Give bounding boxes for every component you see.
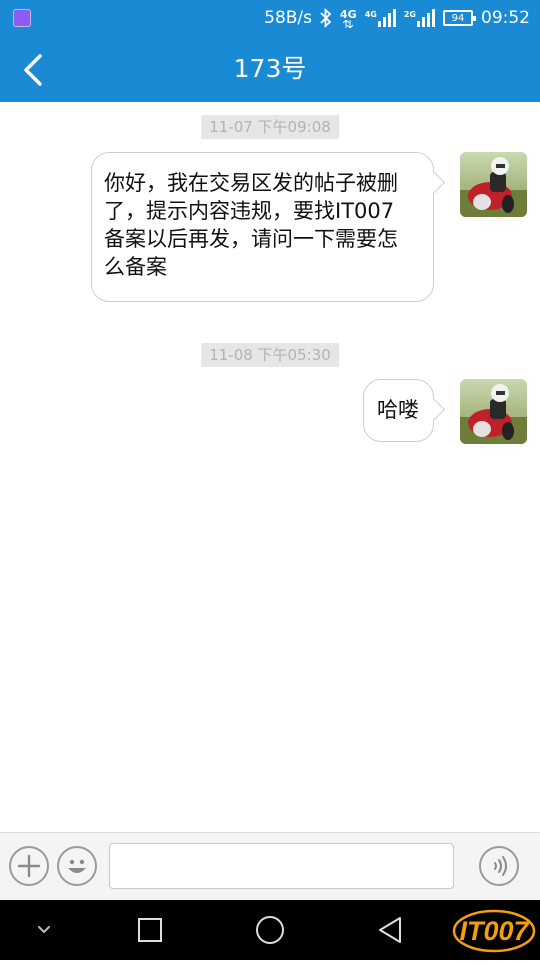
gallery-notification-icon <box>13 9 31 27</box>
page-title: 173号 <box>233 54 307 83</box>
message-bubble[interactable]: 你好，我在交易区发的帖子被删 了，提示内容违规，要找IT007 备案以后再发，请… <box>91 152 446 302</box>
battery-level: 94 <box>451 12 465 24</box>
avatar[interactable] <box>460 152 527 217</box>
back-button[interactable] <box>12 48 56 92</box>
message-text-line: 备案以后再发，请问一下需要怎 <box>104 227 398 251</box>
status-bar: 58B/s 4G 4G 2G 94 09:52 <box>0 0 540 36</box>
circle-icon <box>256 916 284 944</box>
network-4g-small-label: 4G <box>364 10 377 19</box>
hide-keyboard-button[interactable] <box>14 900 74 960</box>
chevron-left-icon <box>24 54 42 86</box>
recent-apps-button[interactable] <box>120 900 180 960</box>
message-input-bar <box>0 832 540 900</box>
status-indicators: 58B/s 4G 4G 2G 94 09:52 <box>264 0 530 36</box>
square-icon <box>138 918 162 942</box>
message-timestamp: 11-08 下午05:30 <box>201 343 339 367</box>
chevron-down-icon <box>38 926 50 934</box>
emoji-button[interactable] <box>57 846 97 886</box>
network-2g-label: 2G <box>403 10 416 19</box>
data-arrows-icon <box>343 19 354 28</box>
message-text-line: 了，提示内容违规，要找IT007 <box>104 199 395 223</box>
message-input[interactable] <box>109 843 454 889</box>
it007-logo: IT007 <box>452 909 536 953</box>
add-attachment-button[interactable] <box>9 846 49 886</box>
triangle-back-icon <box>379 917 401 943</box>
message-bubble[interactable]: 哈喽 <box>363 379 446 442</box>
bluetooth-icon <box>320 8 332 28</box>
signal-strength-2-icon <box>417 9 435 27</box>
back-nav-button[interactable] <box>360 900 420 960</box>
logo-text: IT007 <box>459 916 530 946</box>
network-4g-label: 4G <box>340 7 357 21</box>
message-text-line: 你好，我在交易区发的帖子被删 <box>104 171 398 195</box>
message-text-line: 么备案 <box>104 255 167 279</box>
battery-icon: 94 <box>443 10 476 26</box>
smiley-icon <box>68 859 86 873</box>
clock: 09:52 <box>481 8 530 28</box>
motorcycle-rider-avatar-image <box>460 379 527 444</box>
signal-strength-icon <box>377 9 396 27</box>
plus-icon <box>17 854 41 878</box>
chat-header: 173号 <box>0 36 540 102</box>
network-speed: 58B/s <box>264 8 313 28</box>
message-timestamp: 11-07 下午09:08 <box>201 115 339 139</box>
avatar[interactable] <box>460 379 527 444</box>
bubble-tail <box>423 171 446 194</box>
motorcycle-rider-avatar-image <box>460 152 527 217</box>
voice-input-button[interactable] <box>479 846 519 886</box>
home-button[interactable] <box>240 900 300 960</box>
voice-wave-icon <box>494 856 507 876</box>
